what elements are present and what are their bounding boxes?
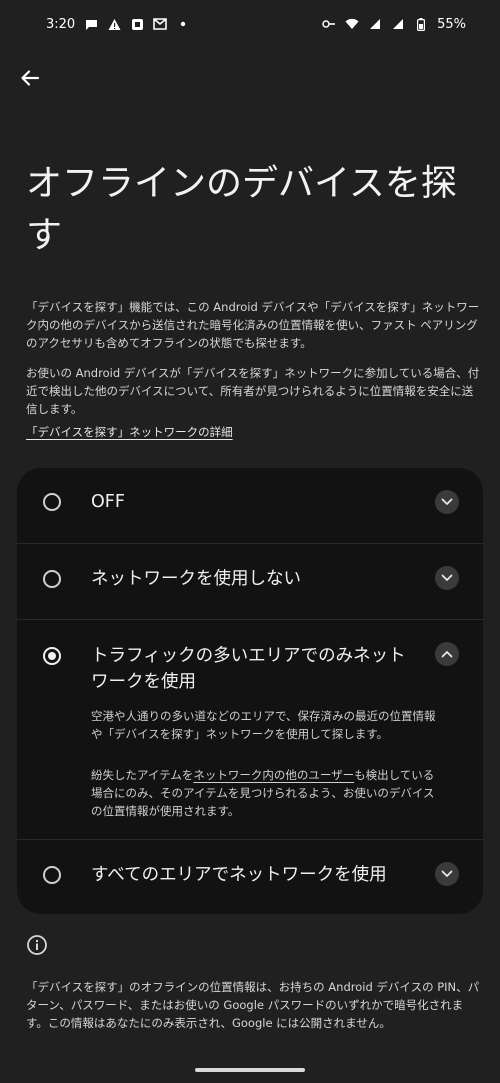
option-off-label: OFF (91, 492, 125, 512)
option-high-traffic-description-2: 紛失したアイテムをネットワーク内の他のユーザーも検出している場合にのみ、そのアイ… (91, 766, 437, 820)
key-icon (322, 17, 336, 31)
radio-no-network[interactable] (43, 570, 61, 588)
radio-all-areas[interactable] (43, 866, 61, 884)
status-bar-right: 55% (322, 17, 466, 32)
chevron-up-icon (441, 651, 453, 658)
warning-icon (107, 17, 121, 31)
radio-off[interactable] (43, 493, 61, 511)
chevron-down-icon (441, 574, 453, 581)
network-options-card: OFF ネットワークを使用しない トラフィックの多いエリアでのみネットワークを使… (17, 468, 483, 914)
back-arrow-icon (21, 70, 40, 86)
option-divider (17, 619, 483, 620)
chevron-down-icon (441, 498, 453, 505)
wifi-icon (345, 17, 359, 31)
network-details-link[interactable]: 「デバイスを探す」ネットワークの詳細 (26, 424, 233, 440)
app-notification-icon (130, 17, 144, 31)
more-notifications-dot-icon (176, 17, 190, 31)
signal-2-icon (391, 17, 405, 31)
option-divider (17, 839, 483, 840)
status-bar: 3:20 55% (0, 0, 500, 48)
expand-all-areas-button[interactable] (435, 862, 459, 886)
footer-encryption-note: 「デバイスを探す」のオフラインの位置情報は、お持ちの Android デバイスの… (26, 980, 480, 1030)
other-users-link[interactable]: ネットワーク内の他のユーザー (193, 768, 354, 782)
gesture-home-bar[interactable] (195, 1068, 305, 1072)
signal-icon (368, 17, 382, 31)
status-bar-left: 3:20 (46, 17, 190, 32)
battery-percent: 55% (437, 16, 466, 32)
back-button[interactable] (14, 62, 46, 94)
battery-icon (414, 17, 428, 31)
option-divider (17, 543, 483, 544)
option-high-traffic-description-1: 空港や人通りの多い道などのエリアで、保存済みの最近の位置情報や「デバイスを探す」… (91, 709, 436, 741)
status-time: 3:20 (46, 16, 76, 32)
intro-paragraph-2: お使いの Android デバイスが「デバイスを探す」ネットワークに参加している… (26, 366, 480, 416)
option-no-network-label: ネットワークを使用しない (91, 569, 301, 589)
option-high-traffic-label: トラフィックの多いエリアでのみネットワークを使用 (91, 646, 406, 692)
radio-high-traffic[interactable] (43, 647, 61, 665)
chat-icon (84, 17, 98, 31)
page-title: オフラインのデバイスを探す (26, 163, 457, 256)
gmail-icon (153, 17, 168, 31)
collapse-high-traffic-button[interactable] (435, 642, 459, 666)
info-icon (27, 935, 47, 955)
expand-off-button[interactable] (435, 490, 459, 514)
option-all-areas-label: すべてのエリアでネットワークを使用 (91, 865, 387, 885)
chevron-down-icon (441, 870, 453, 877)
desc-text: 紛失したアイテムを (91, 768, 194, 782)
intro-paragraph-1: 「デバイスを探す」機能では、この Android デバイスや「デバイスを探す」ネ… (26, 300, 480, 350)
expand-no-network-button[interactable] (435, 566, 459, 590)
